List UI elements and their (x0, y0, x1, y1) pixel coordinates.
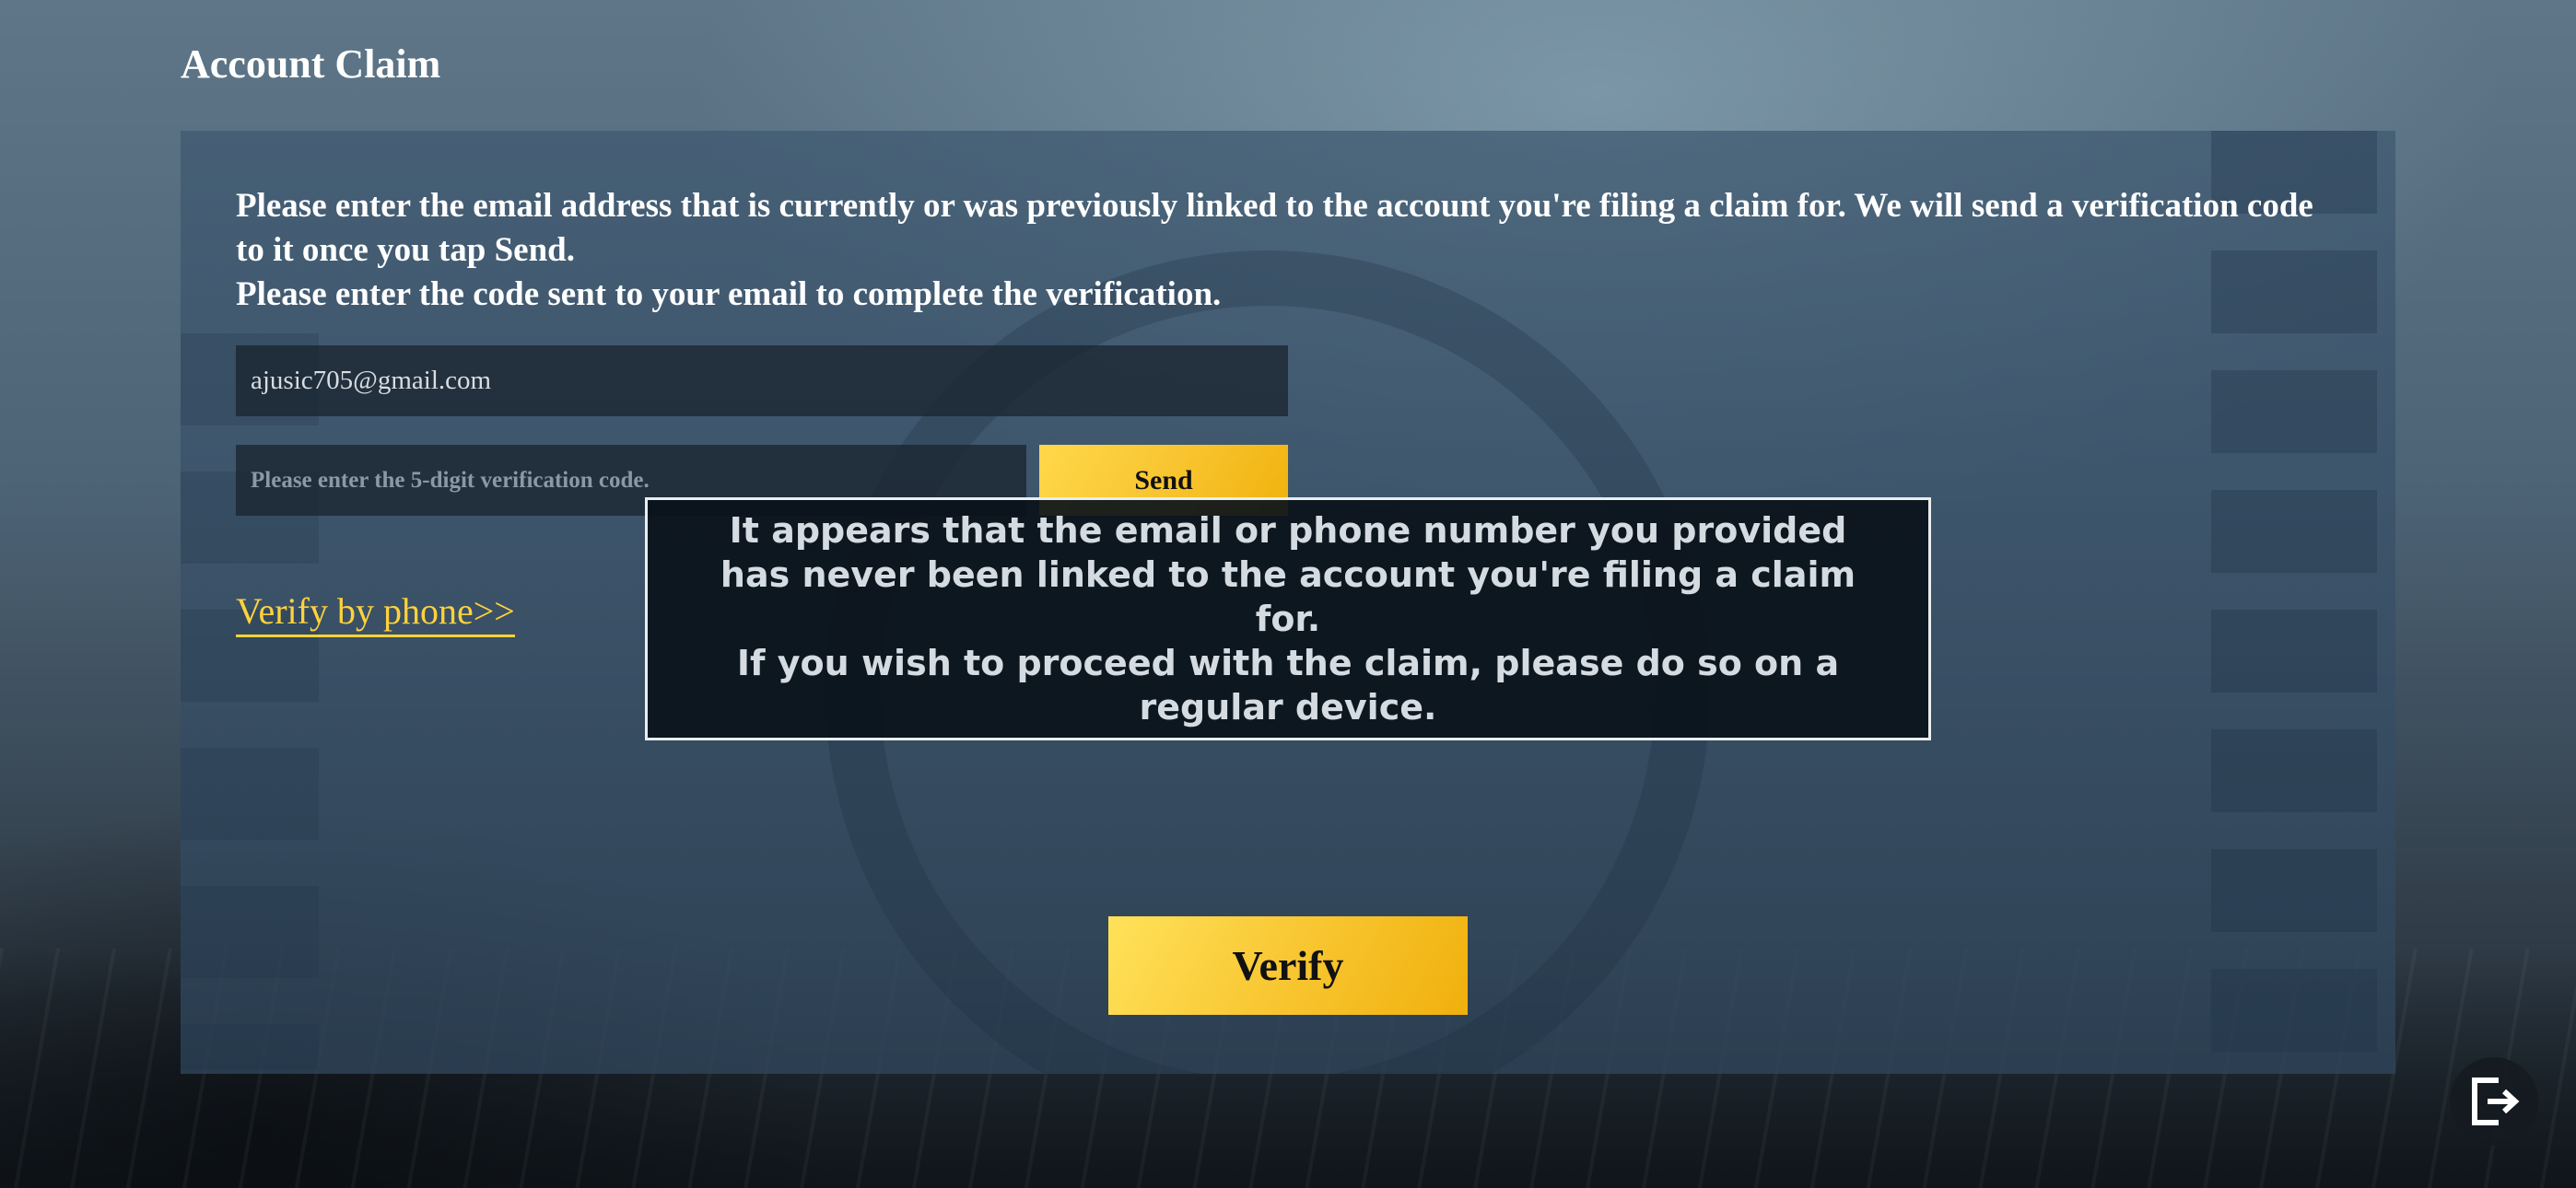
exit-icon (2472, 1077, 2520, 1125)
verify-by-phone-link[interactable]: Verify by phone>> (236, 589, 515, 637)
toast-message-line2: If you wish to proceed with the claim, p… (736, 643, 1840, 728)
error-toast: It appears that the email or phone numbe… (645, 497, 1931, 740)
page-title: Account Claim (181, 41, 441, 87)
verify-button[interactable]: Verify (1108, 916, 1468, 1015)
toast-message-line1: It appears that the email or phone numbe… (720, 510, 1856, 639)
email-field[interactable]: ajusic705@gmail.com (236, 345, 1288, 416)
exit-button[interactable] (2450, 1057, 2538, 1146)
background-watermark-left (181, 333, 319, 1070)
instruction-code: Please enter the code sent to your email… (236, 275, 1222, 313)
instructions: Please enter the email address that is c… (236, 184, 2336, 317)
instruction-email: Please enter the email address that is c… (236, 187, 2313, 269)
